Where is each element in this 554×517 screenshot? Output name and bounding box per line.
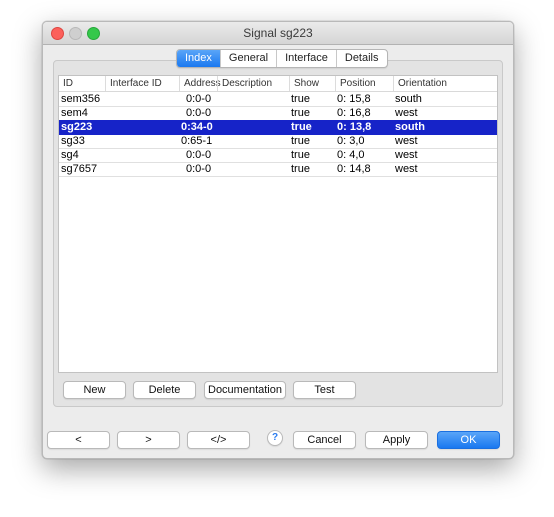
cell-show: true <box>291 107 310 119</box>
cell-address: 0:0-0 <box>186 163 212 175</box>
cell-id: sg7657 <box>61 163 98 175</box>
delete-button[interactable]: Delete <box>133 381 196 399</box>
previous-button[interactable]: < <box>47 431 110 449</box>
cell-show: true <box>291 93 310 105</box>
cell-orientation: west <box>395 107 418 119</box>
documentation-button[interactable]: Documentation <box>204 381 286 399</box>
cancel-button[interactable]: Cancel <box>293 431 356 449</box>
cell-orientation: south <box>395 121 425 133</box>
column-header-position[interactable]: Position <box>335 76 393 91</box>
apply-button[interactable]: Apply <box>365 431 428 449</box>
table-row[interactable]: sem4 0:0-0 true 0: 16,8 west <box>59 106 497 121</box>
cell-position: 0: 14,8 <box>337 163 371 175</box>
cell-id: sg223 <box>61 121 93 133</box>
cell-id: sem4 <box>61 107 88 119</box>
cell-position: 0: 13,8 <box>337 121 372 133</box>
cell-position: 0: 4,0 <box>337 149 365 161</box>
cell-address: 0:0-0 <box>186 107 212 119</box>
signals-table: ID Interface ID Address Description Show… <box>58 75 498 373</box>
cell-show: true <box>291 163 310 175</box>
title-bar: Signal sg223 <box>43 22 513 45</box>
table-row[interactable]: sg7657 0:0-0 true 0: 14,8 west <box>59 162 497 177</box>
column-header-description[interactable]: Description <box>217 76 289 91</box>
cell-address: 0:34-0 <box>181 121 213 133</box>
cell-id: sem356 <box>61 93 101 105</box>
cell-show: true <box>291 121 312 133</box>
cell-show: true <box>291 149 310 161</box>
cell-orientation: west <box>395 149 418 161</box>
cell-position: 0: 3,0 <box>337 135 365 147</box>
cell-orientation: west <box>395 163 418 175</box>
table-header: ID Interface ID Address Description Show… <box>59 76 497 92</box>
cell-address: 0:0-0 <box>186 149 212 161</box>
cell-id: sg4 <box>61 149 79 161</box>
tab-general[interactable]: General <box>219 50 276 67</box>
cell-position: 0: 16,8 <box>337 107 371 119</box>
ok-button[interactable]: OK <box>437 431 500 449</box>
table-row-selected[interactable]: sg223 0:34-0 true 0: 13,8 south <box>59 120 497 135</box>
signal-dialog: Signal sg223 Index General Interface Det… <box>42 21 514 459</box>
test-button[interactable]: Test <box>293 381 356 399</box>
table-row[interactable]: sg33 0:65-1 true 0: 3,0 west <box>59 134 497 149</box>
tab-index[interactable]: Index <box>177 50 220 67</box>
column-header-interface-id[interactable]: Interface ID <box>105 76 179 91</box>
cell-orientation: south <box>395 93 422 105</box>
next-button[interactable]: > <box>117 431 180 449</box>
column-header-orientation[interactable]: Orientation <box>393 76 497 91</box>
cell-address: 0:0-0 <box>186 93 212 105</box>
cell-position: 0: 15,8 <box>337 93 371 105</box>
new-button[interactable]: New <box>63 381 126 399</box>
tab-interface[interactable]: Interface <box>276 50 336 67</box>
help-icon[interactable]: ? <box>267 430 283 446</box>
tab-bar: Index General Interface Details <box>176 49 388 68</box>
table-row[interactable]: sg4 0:0-0 true 0: 4,0 west <box>59 148 497 163</box>
table-row[interactable]: sem356 0:0-0 true 0: 15,8 south <box>59 92 497 107</box>
source-code-button[interactable]: </> <box>187 431 250 449</box>
window-title: Signal sg223 <box>243 26 313 40</box>
cell-id: sg33 <box>61 135 85 147</box>
column-header-id[interactable]: ID <box>59 76 105 91</box>
tab-details[interactable]: Details <box>335 50 387 67</box>
column-header-show[interactable]: Show <box>289 76 335 91</box>
cell-address: 0:65-1 <box>181 135 213 147</box>
column-header-address[interactable]: Address <box>179 76 221 91</box>
cell-show: true <box>291 135 310 147</box>
cell-orientation: west <box>395 135 418 147</box>
